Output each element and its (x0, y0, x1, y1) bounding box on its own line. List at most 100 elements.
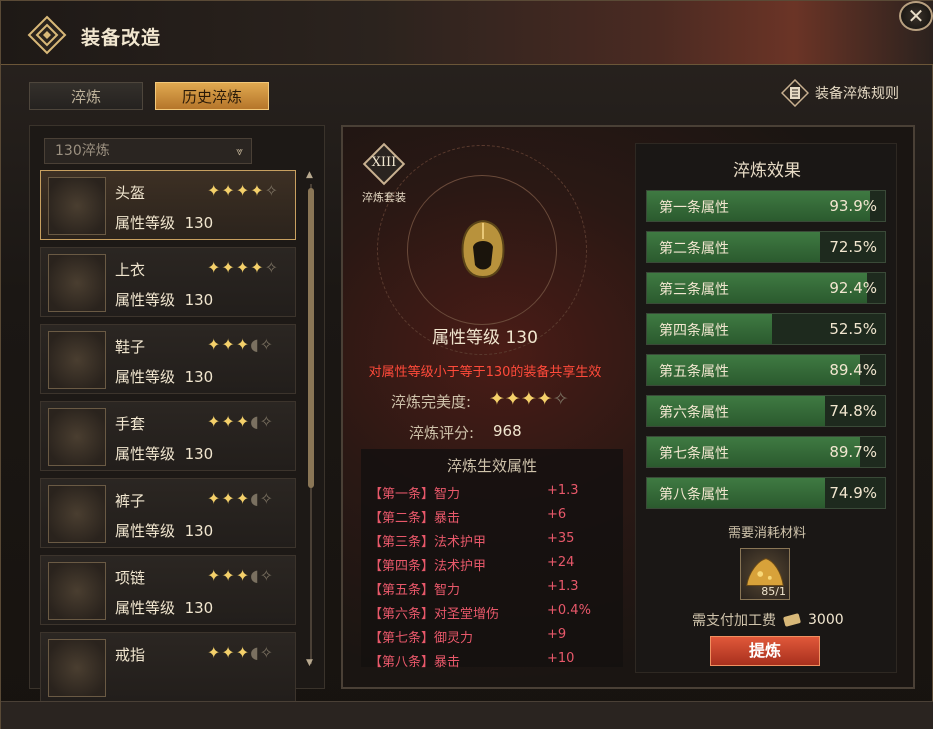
currency-icon (783, 613, 801, 627)
chevron-down-icon: ⩔ (236, 144, 243, 158)
effect-value: +35 (547, 531, 575, 546)
equipment-list-panel: 130淬炼 ⩔ 头盔 属性等级 130 ✦✦✦✦✧ 上衣 属性等级 130 ✦✦✦✦✧ 鞋子… (29, 125, 325, 702)
bar-percent: 92.4% (829, 279, 877, 297)
refine-rules-link[interactable]: 装备淬炼规则 (781, 79, 899, 107)
gloves-icon (48, 408, 106, 466)
item-level: 属性等级 130 (115, 522, 214, 540)
refine-effect-bar: 第七条属性 89.7% (646, 436, 886, 468)
title-bar: 装备改造 ✕ (1, 1, 933, 65)
refine-rules-label: 装备淬炼规则 (815, 86, 899, 102)
refine-effect-bar: 第一条属性 93.9% (646, 190, 886, 222)
fee-value: 3000 (808, 612, 844, 628)
equipment-item-3[interactable]: 鞋子 属性等级 130 ✦✦✦◖✧ (40, 324, 296, 394)
scroll-up-icon[interactable]: ▲ (306, 170, 313, 180)
active-attributes-box: 淬炼生效属性 【第一条】智力 +1.3 【第二条】暴击 +6 【第三条】法术护甲 +35 【… (361, 449, 623, 670)
effect-label: 【第一条】智力 (369, 487, 461, 502)
close-icon: ✕ (907, 4, 925, 28)
bar-name: 第一条属性 (659, 200, 729, 216)
item-level: 属性等级 130 (115, 214, 214, 232)
helmet-icon (461, 219, 505, 279)
scroll-thumb[interactable] (308, 188, 314, 488)
refine-effect-bar: 第八条属性 74.9% (646, 477, 886, 509)
effect-label: 【第五条】智力 (369, 583, 461, 598)
helmet-icon (48, 177, 106, 235)
refine-effect-bar: 第二条属性 72.5% (646, 231, 886, 263)
equipment-item-5[interactable]: 裤子属性等级 130 ✦✦✦◖✧ (40, 478, 296, 548)
perfection-stars: ✦✦✦✦✧ (489, 388, 569, 410)
bottom-strip (1, 701, 933, 729)
scroll-down-icon[interactable]: ▼ (306, 658, 313, 668)
effect-label: 【第四条】法术护甲 (369, 559, 487, 574)
window-title: 装备改造 (81, 27, 162, 49)
set-number: XIII (371, 155, 397, 170)
effect-label: 【第二条】暴击 (369, 511, 461, 526)
item-name: 戒指 (115, 646, 146, 664)
effect-label: 【第三条】法术护甲 (369, 535, 487, 550)
item-name: 头盔 (115, 184, 146, 202)
effect-value: +6 (547, 507, 567, 522)
equipment-item-7[interactable]: 戒指 ✦✦✦◖✧ (40, 632, 296, 702)
bar-percent: 93.9% (829, 197, 877, 215)
refine-effect-bar: 第五条属性 89.4% (646, 354, 886, 386)
refine-effect-bar: 第三条属性 92.4% (646, 272, 886, 304)
material-label: 需要消耗材料 (727, 526, 806, 541)
effect-value: +24 (547, 555, 575, 570)
material-slot[interactable]: 85/1 (740, 548, 790, 600)
ring-icon (48, 639, 106, 697)
active-attributes-title: 淬炼生效属性 (446, 457, 537, 475)
score-value: 968 (493, 422, 522, 440)
attr-level: 属性等级 130 (432, 328, 538, 348)
close-button[interactable]: ✕ (899, 1, 933, 31)
item-name: 裤子 (115, 492, 146, 510)
equipment-item-1[interactable]: 头盔属性等级 130 ✦✦✦✦✧ (40, 170, 296, 240)
bar-name: 第二条属性 (659, 241, 729, 257)
fee-label: 需支付加工费 (692, 613, 776, 629)
bar-percent: 89.7% (829, 443, 877, 461)
refine-effect-bar: 第六条属性 74.8% (646, 395, 886, 427)
pants-icon (48, 485, 106, 543)
item-stars: ✦✦✦◖✧ (207, 566, 275, 585)
bar-name: 第七条属性 (659, 446, 729, 462)
bar-name: 第八条属性 (659, 487, 729, 503)
bar-name: 第五条属性 (659, 364, 729, 380)
item-stars: ✦✦✦◖✧ (207, 335, 275, 354)
item-level: 属性等级 130 (115, 599, 214, 617)
refine-level-dropdown[interactable]: 130淬炼 ⩔ (44, 138, 252, 164)
refine-effect-panel: 淬炼效果 第一条属性 93.9% 第二条属性 72.5% 第三条属性 92.4% 第四条属性… (635, 143, 897, 673)
item-name: 上衣 (115, 261, 146, 279)
star-icon: ✦✦✦✦ (489, 388, 553, 410)
armor-icon (48, 254, 106, 312)
item-stars: ✦✦✦✦✧ (207, 258, 280, 277)
scroll-icon (781, 79, 809, 107)
item-stars: ✦✦✦◖✧ (207, 489, 275, 508)
refine-effect-title: 淬炼效果 (733, 161, 801, 181)
equipment-item-4[interactable]: 手套 属性等级 130 ✦✦✦◖✧ (40, 401, 296, 471)
tab-history-refine[interactable]: 历史淬炼 (155, 82, 269, 110)
item-level: 属性等级 130 (115, 368, 214, 386)
dropdown-value: 130淬炼 (55, 143, 110, 159)
bar-percent: 74.9% (829, 484, 877, 502)
effect-label: 【第七条】御灵力 (369, 631, 474, 646)
refine-effect-bar: 第四条属性 52.5% (646, 313, 886, 345)
bar-percent: 74.8% (829, 402, 877, 420)
equipment-list-scrollbar[interactable]: ▲ ▼ (306, 170, 316, 674)
necklace-icon (48, 562, 106, 620)
boots-icon (48, 331, 106, 389)
score-label: 淬炼评分: (409, 424, 475, 442)
effect-label: 【第六条】对圣堂增伤 (369, 607, 500, 622)
refine-detail-panel: XIII 淬炼套装 属性等级 130 对属性等级小于等于130的装备共享生效 淬… (341, 125, 915, 689)
bar-percent: 52.5% (829, 320, 877, 338)
item-name: 项链 (115, 569, 146, 587)
material-count: 85/1 (761, 585, 786, 598)
equipment-item-6[interactable]: 项链属性等级 130 ✦✦✦◖✧ (40, 555, 296, 625)
equipment-item-2[interactable]: 上衣属性等级 130 ✦✦✦✦✧ (40, 247, 296, 317)
item-stars: ✦✦✦✦✧ (207, 181, 280, 200)
refine-button[interactable]: 提炼 (710, 636, 820, 666)
tab-refine[interactable]: 淬炼 (29, 82, 143, 110)
item-level (115, 674, 125, 692)
effect-label: 【第八条】暴击 (369, 655, 461, 670)
effect-value: +10 (547, 651, 575, 666)
item-level: 属性等级 130 (115, 291, 214, 309)
effect-value: +0.4% (547, 603, 591, 618)
item-level: 属性等级 130 (115, 445, 214, 463)
